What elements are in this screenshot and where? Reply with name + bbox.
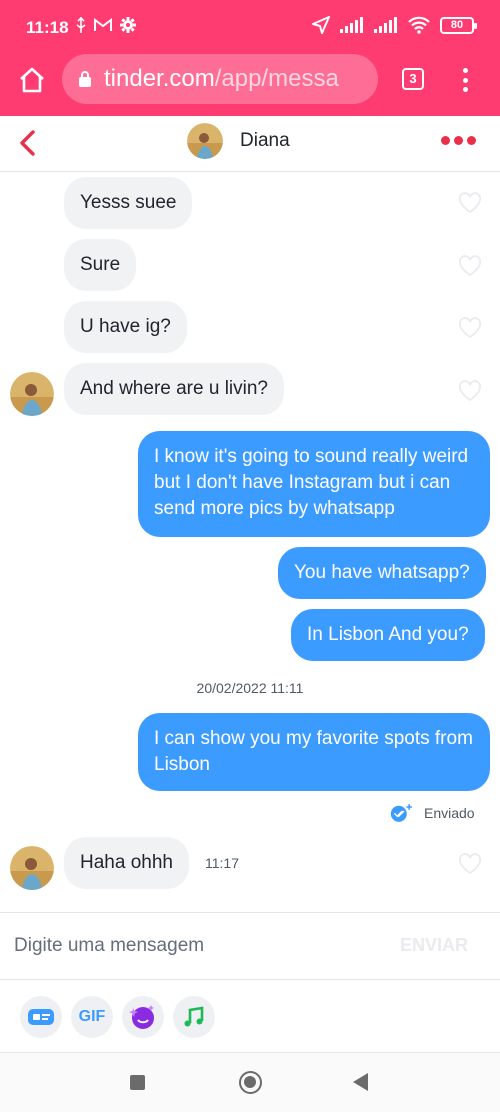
tab-switcher-button[interactable]: 3 — [402, 68, 424, 90]
sent-status: Enviado — [390, 801, 475, 825]
message-bubble-outgoing[interactable]: I know it's going to sound really weird … — [138, 431, 490, 537]
address-bar[interactable]: tinder.com/app/messa — [62, 54, 378, 104]
signal-icon — [374, 17, 397, 33]
message-bubble-incoming[interactable]: Yesss suee — [64, 177, 193, 229]
message-bubble-outgoing[interactable]: In Lisbon And you? — [291, 609, 485, 661]
sent-label: Enviado — [424, 805, 475, 821]
lock-icon — [79, 71, 91, 87]
sticker-icon — [129, 1005, 154, 1029]
home-button[interactable] — [239, 1071, 262, 1094]
message-composer: ENVIAR — [0, 912, 500, 980]
status-bar: 11:18 80 — [0, 0, 500, 54]
contact-avatar[interactable] — [187, 123, 223, 159]
location-arrow-icon — [312, 16, 330, 34]
contact-card-icon — [28, 1009, 54, 1025]
usb-icon — [76, 17, 86, 33]
notification-icons — [76, 17, 136, 33]
composer-toolbar: GIF — [0, 981, 500, 1053]
send-button[interactable]: ENVIAR — [384, 935, 484, 956]
heart-icon[interactable] — [458, 255, 482, 277]
sticker-button[interactable] — [122, 996, 164, 1038]
music-note-icon — [184, 1006, 204, 1027]
message-bubble-outgoing[interactable]: You have whatsapp? — [278, 547, 486, 599]
music-button[interactable] — [173, 996, 215, 1038]
system-indicators: 80 — [312, 16, 477, 34]
status-time: 11:18 — [26, 18, 69, 37]
heart-icon[interactable] — [458, 317, 482, 339]
url-text: tinder.com/app/messa — [104, 65, 339, 93]
home-icon[interactable] — [18, 66, 46, 94]
wifi-icon — [408, 16, 430, 34]
gif-button[interactable]: GIF — [71, 996, 113, 1038]
system-navigation-bar — [0, 1053, 500, 1112]
battery-indicator: 80 — [440, 16, 477, 34]
browser-toolbar: tinder.com/app/messa 3 — [0, 54, 500, 116]
heart-icon[interactable] — [458, 380, 482, 402]
chat-header: Diana — [0, 116, 500, 172]
message-bubble-outgoing[interactable]: I can show you my favorite spots from Li… — [138, 713, 490, 791]
message-time: 11:17 — [205, 855, 239, 871]
contact-avatar[interactable] — [10, 846, 54, 890]
contact-avatar[interactable] — [10, 372, 54, 416]
message-bubble-incoming[interactable]: Sure — [64, 239, 137, 291]
contact-name[interactable]: Diana — [240, 130, 290, 152]
url-path: /app/messa — [214, 65, 339, 92]
date-divider: 20/02/2022 11:11 — [196, 680, 304, 696]
message-input[interactable] — [14, 923, 364, 969]
double-check-icon — [390, 804, 412, 822]
more-options-button[interactable] — [441, 136, 476, 145]
gif-label: GIF — [78, 1008, 106, 1025]
signal-icon — [340, 17, 363, 33]
heart-icon[interactable] — [458, 853, 482, 875]
gmail-icon — [94, 18, 112, 31]
heart-icon[interactable] — [458, 192, 482, 214]
recent-apps-button[interactable] — [130, 1075, 145, 1090]
back-chevron-icon[interactable] — [16, 128, 40, 158]
url-host: tinder.com — [104, 65, 215, 92]
message-bubble-incoming[interactable]: Haha ohhh — [64, 837, 189, 889]
message-bubble-incoming[interactable]: U have ig? — [64, 301, 187, 353]
back-button[interactable] — [353, 1073, 368, 1091]
settings-gear-icon — [120, 17, 136, 33]
message-bubble-incoming[interactable]: And where are u livin? — [64, 363, 284, 415]
browser-menu-button[interactable] — [455, 66, 475, 94]
contact-card-button[interactable] — [20, 996, 62, 1038]
browser-chrome: 11:18 80 tinder.com/app/messa 3 — [0, 0, 500, 116]
